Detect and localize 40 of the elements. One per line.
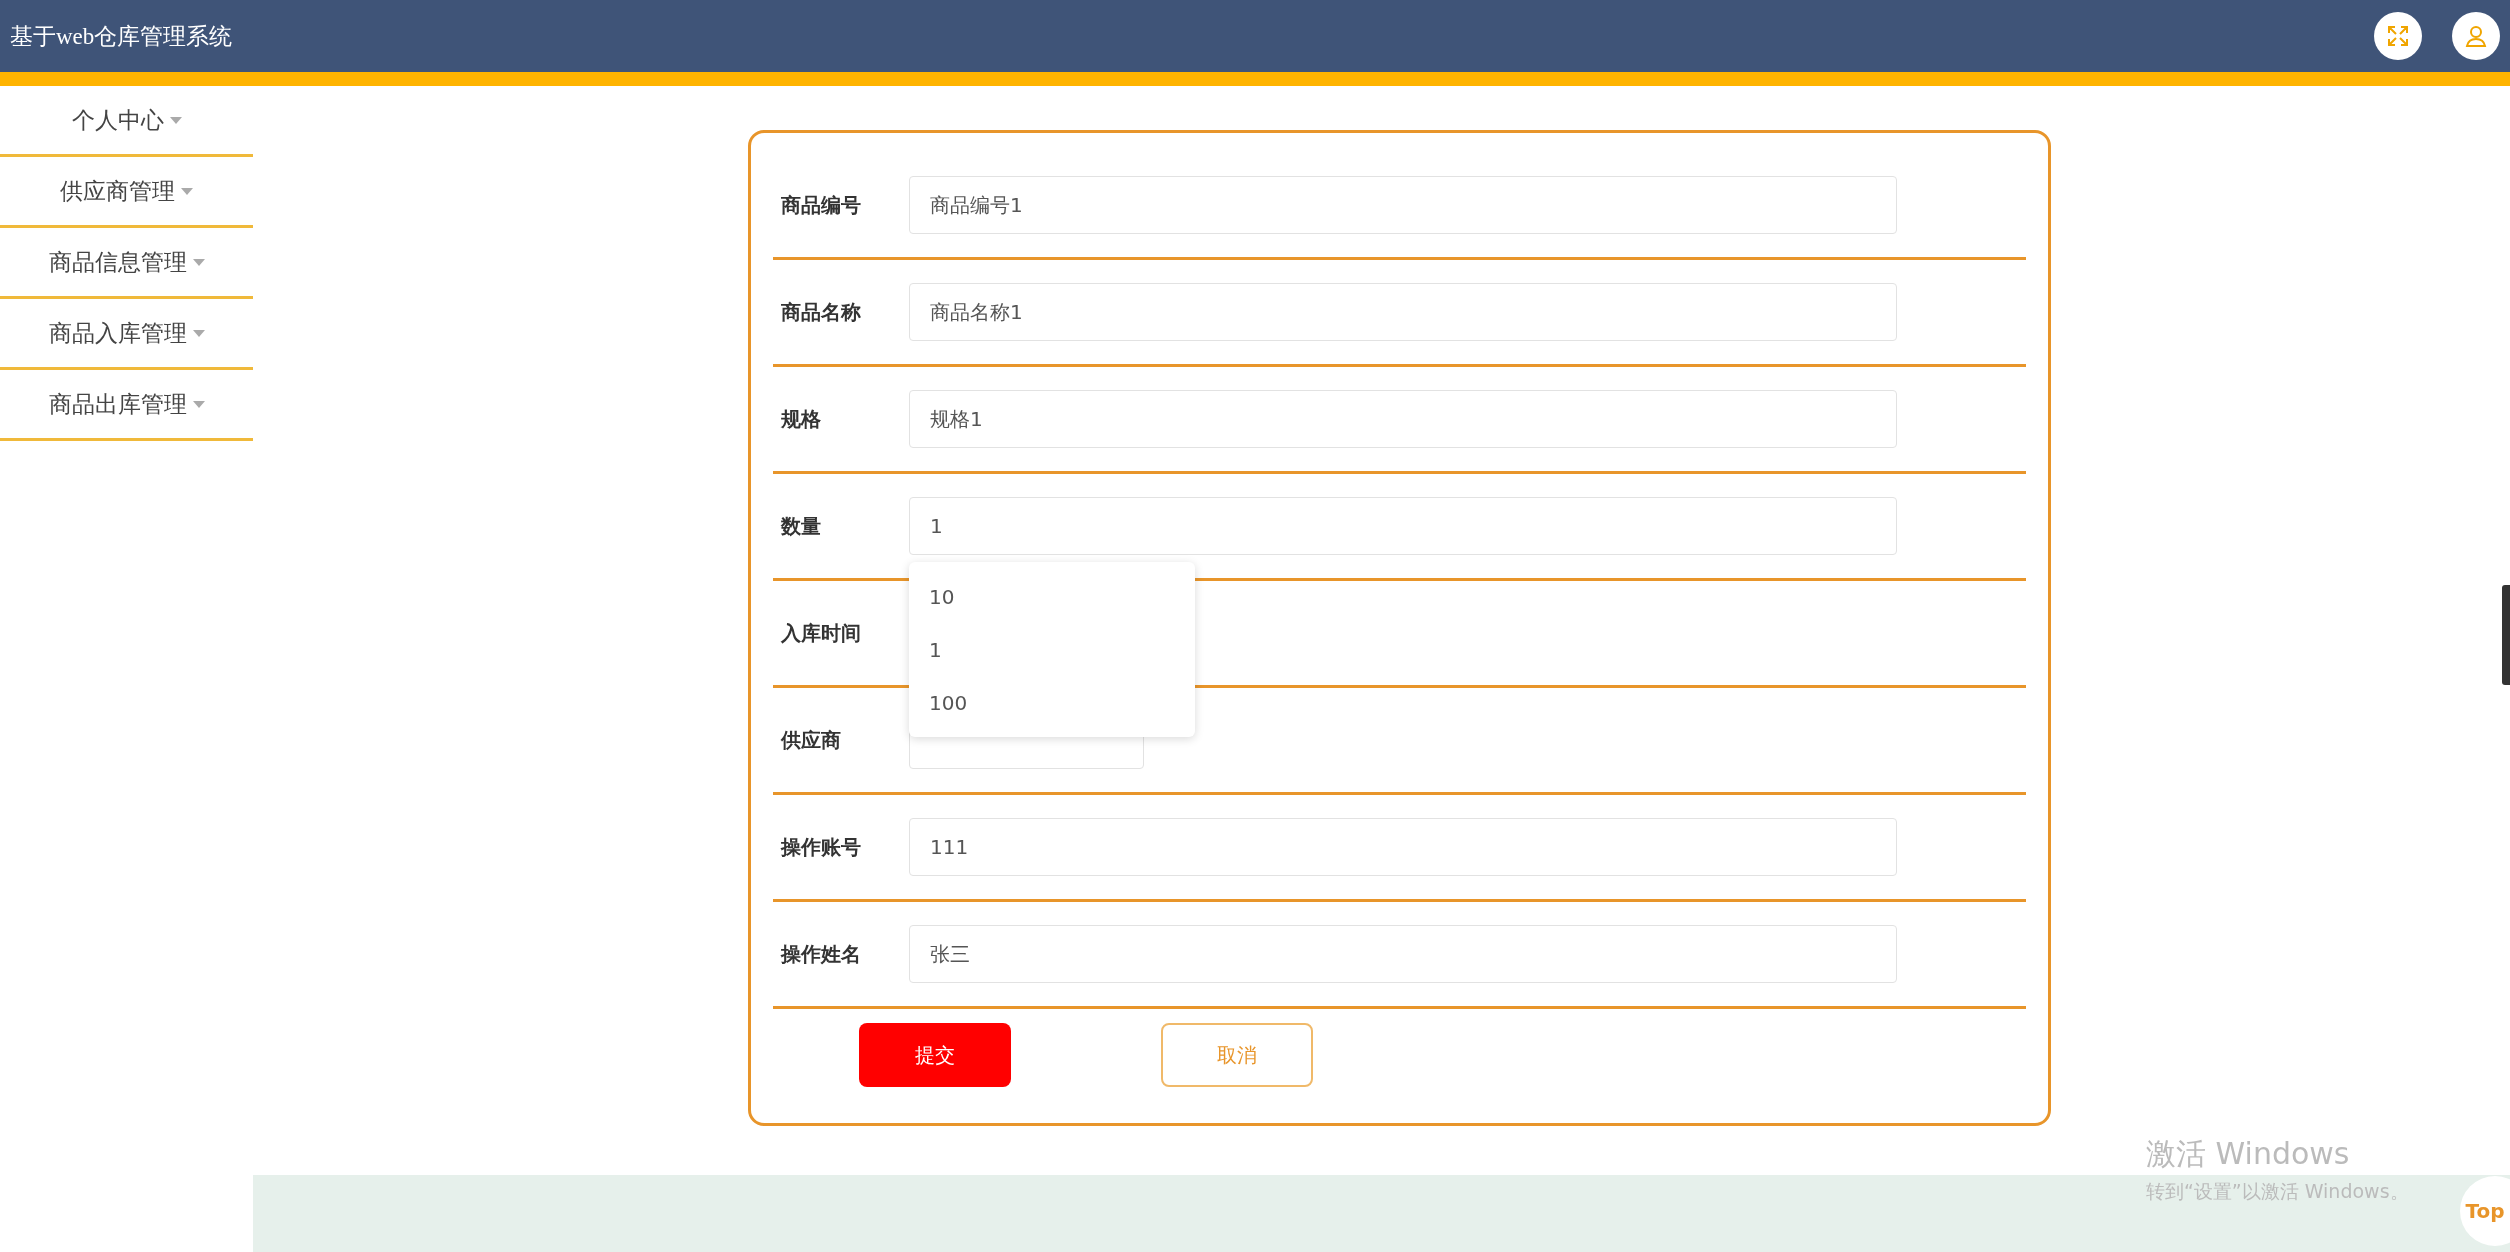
input-field[interactable]: 111 bbox=[909, 818, 1897, 876]
caret-icon bbox=[192, 258, 205, 266]
fullscreen-button[interactable] bbox=[2374, 12, 2422, 60]
caret-icon bbox=[192, 400, 205, 408]
sidebar-item[interactable]: 商品入库管理 bbox=[0, 299, 253, 370]
caret-icon bbox=[169, 116, 182, 124]
sidebar-item-label: 个人中心 bbox=[71, 105, 164, 135]
field-label: 操作账号 bbox=[779, 833, 862, 861]
dropdown-option[interactable]: 1 bbox=[909, 623, 1195, 676]
input-field[interactable]: 张三 bbox=[909, 925, 1897, 983]
user-icon bbox=[2464, 24, 2488, 48]
scroll-handle[interactable] bbox=[2502, 585, 2510, 685]
field-label: 商品名称 bbox=[780, 298, 862, 326]
sidebar-item[interactable]: 供应商管理 bbox=[0, 157, 253, 228]
sidebar-item[interactable]: 商品信息管理 bbox=[0, 228, 253, 299]
dropdown-option[interactable]: 100 bbox=[909, 676, 1195, 729]
expand-icon bbox=[2386, 24, 2410, 48]
sidebar-item[interactable]: 个人中心 bbox=[0, 86, 253, 157]
field-label: 商品编号 bbox=[780, 191, 862, 219]
sidebar-item-label: 商品出库管理 bbox=[48, 389, 187, 419]
field-label: 供应商 bbox=[780, 726, 842, 754]
input-field[interactable]: 商品编号1 bbox=[909, 176, 1897, 234]
input-field[interactable]: 1 bbox=[909, 497, 1897, 555]
field-label: 规格 bbox=[780, 405, 822, 433]
input-field[interactable]: 规格1 bbox=[909, 390, 1897, 448]
caret-icon bbox=[192, 329, 205, 337]
submit-button[interactable]: 提交 bbox=[859, 1023, 1011, 1087]
app-title: 基于web仓库管理系统 bbox=[10, 22, 233, 51]
user-button[interactable] bbox=[2452, 12, 2500, 60]
activation-title: 激活 Windows bbox=[2146, 1135, 2351, 1173]
sidebar-item-label: 商品入库管理 bbox=[48, 318, 187, 348]
sidebar-item-label: 供应商管理 bbox=[60, 176, 175, 206]
input-field[interactable]: 商品名称1 bbox=[909, 283, 1897, 341]
field-label: 操作姓名 bbox=[779, 940, 862, 968]
field-label: 入库时间 bbox=[780, 619, 862, 647]
caret-icon bbox=[181, 187, 193, 195]
sidebar-item-label: 商品信息管理 bbox=[48, 247, 187, 277]
field-label: 数量 bbox=[780, 512, 822, 540]
dropdown-option[interactable]: 10 bbox=[909, 570, 1195, 623]
sidebar-item[interactable]: 商品出库管理 bbox=[0, 370, 253, 441]
